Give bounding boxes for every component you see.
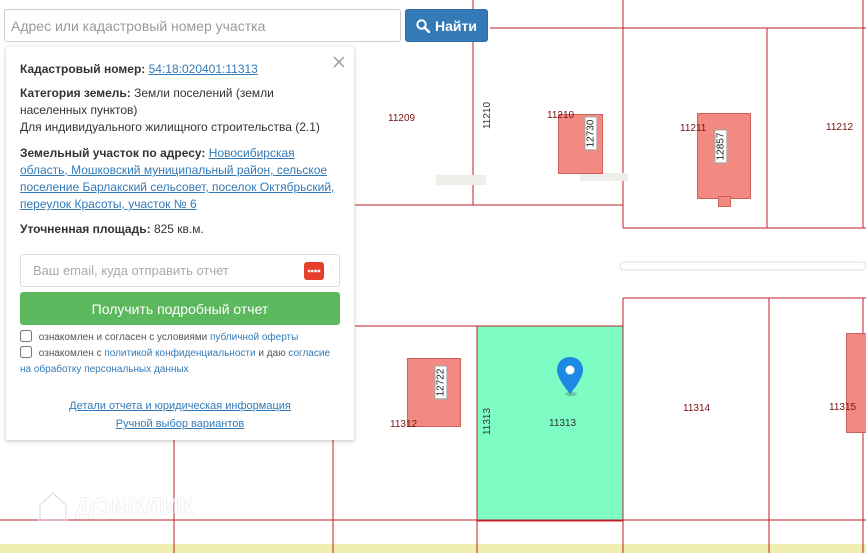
area-label: Уточненная площадь: — [20, 222, 151, 236]
cadastral-number-row: Кадастровый номер: 54:18:020401:11313 — [20, 61, 342, 78]
search-icon — [416, 18, 431, 33]
parcel-label: 11211 — [680, 123, 707, 134]
cadastral-number-link[interactable]: 54:18:020401:11313 — [149, 62, 258, 76]
password-manager-icon[interactable] — [304, 262, 324, 280]
building-label: 12722 — [434, 365, 448, 400]
parcel-label: 11209 — [388, 113, 416, 124]
parcel-label-vertical: 11313 — [482, 407, 494, 436]
parcel-label: 11314 — [683, 403, 711, 414]
map-pin-icon[interactable] — [556, 356, 584, 396]
house-logo-icon — [38, 490, 68, 522]
parcel-label-vertical: 11210 — [482, 101, 494, 130]
watermark-text: ДОМКЛИК — [76, 492, 194, 519]
building-12857-porch — [718, 196, 731, 207]
building-label: 12730 — [584, 116, 598, 151]
category-purpose: Для индивидуального жилищного строительс… — [20, 120, 320, 134]
parcel-info-panel: Кадастровый номер: 54:18:020401:11313 Ка… — [6, 47, 354, 440]
address-label: Земельный участок по адресу: — [20, 146, 206, 160]
email-field[interactable] — [21, 255, 339, 286]
building-edge — [846, 333, 866, 433]
parcel-label: 11315 — [829, 402, 857, 413]
parcel-label: 11210 — [547, 110, 575, 121]
address-row: Земельный участок по адресу: Новосибирск… — [20, 145, 342, 213]
offer-consent-checkbox[interactable] — [20, 330, 32, 342]
privacy-consent-text: ознакомлен с — [38, 348, 102, 359]
get-report-button[interactable]: Получить подробный отчет — [20, 292, 340, 325]
report-details-link[interactable]: Детали отчета и юридическая информация — [6, 400, 354, 412]
public-offer-link[interactable]: публичной оферты — [210, 332, 298, 343]
offer-consent-row: ознакомлен и согласен с условиями публич… — [20, 330, 340, 346]
parcel-label: 11312 — [390, 419, 418, 430]
privacy-policy-link[interactable]: политикой конфиденциальности — [104, 348, 255, 359]
domclick-watermark: ДОМКЛИК — [36, 489, 194, 523]
parcel-label: 11212 — [826, 122, 854, 133]
area-row: Уточненная площадь: 825 кв.м. — [20, 221, 342, 238]
search-button[interactable]: Найти — [405, 9, 488, 42]
area-value: 825 кв.м. — [153, 222, 204, 236]
search-input[interactable] — [4, 9, 401, 42]
manual-selection-link[interactable]: Ручной выбор вариантов — [6, 418, 354, 430]
selected-parcel-label: 11313 — [549, 418, 577, 429]
email-field-wrapper — [20, 254, 340, 287]
category-label: Категория земель: — [20, 86, 131, 100]
privacy-consent-checkbox[interactable] — [20, 346, 32, 358]
privacy-consent-row: ознакомлен с политикой конфиденциальност… — [20, 346, 340, 378]
land-category-row: Категория земель: Земли поселений (земли… — [20, 85, 342, 136]
building-label: 12857 — [714, 129, 728, 164]
privacy-consent-mid: и даю — [258, 348, 286, 359]
offer-consent-text: ознакомлен и согласен с условиями — [38, 332, 208, 343]
cadastral-label: Кадастровый номер: — [20, 62, 146, 76]
search-button-label: Найти — [435, 17, 477, 34]
